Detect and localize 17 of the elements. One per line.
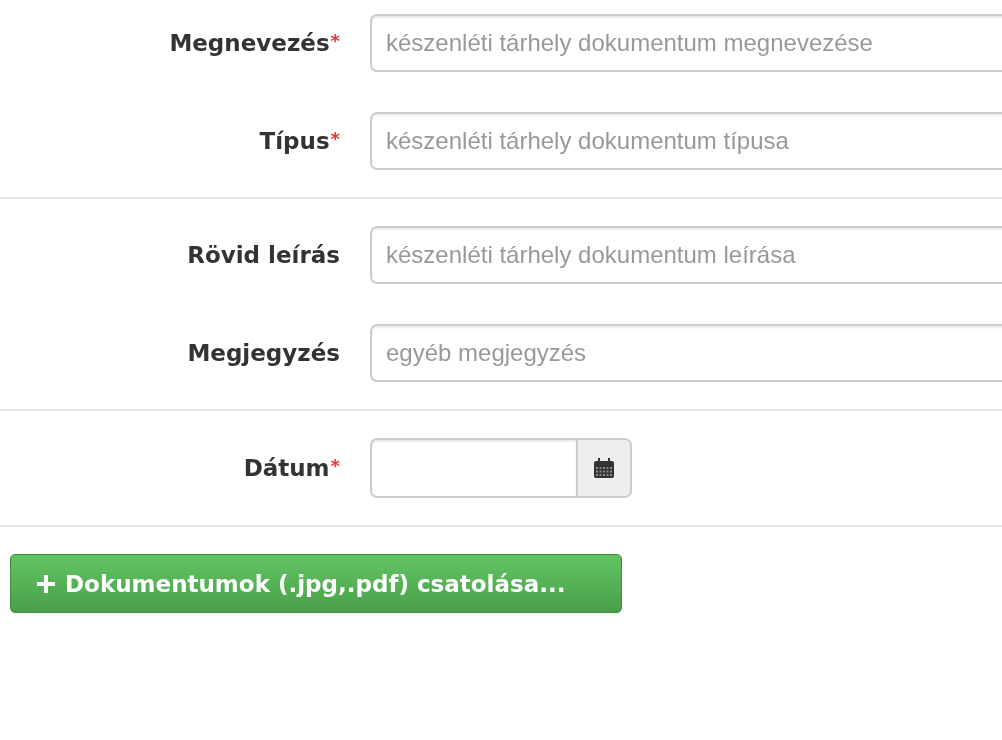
text-field[interactable]: készenléti tárhely dokumentum megnevezése [370,14,1002,72]
plus-icon [37,574,55,593]
text-field[interactable]: egyéb megjegyzés [370,324,1002,382]
text-field[interactable]: készenléti tárhely dokumentum típusa [370,112,1002,170]
text-field[interactable]: készenléti tárhely dokumentum leírása [370,226,1002,284]
field-label: Megjegyzés [187,340,340,366]
attach-documents-button[interactable]: Dokumentumok (.jpg,.pdf) csatolása... [10,554,622,613]
required-mark: * [330,30,340,51]
calendar-button[interactable] [576,438,632,498]
calendar-icon [593,457,615,479]
required-mark: * [330,128,340,149]
field-label: Típus [259,128,330,154]
field-label: Rövid leírás [187,242,340,268]
field-label: Megnevezés [169,30,330,56]
date-field[interactable] [370,438,576,498]
required-mark: * [330,455,340,476]
field-label: Dátum [243,455,330,481]
